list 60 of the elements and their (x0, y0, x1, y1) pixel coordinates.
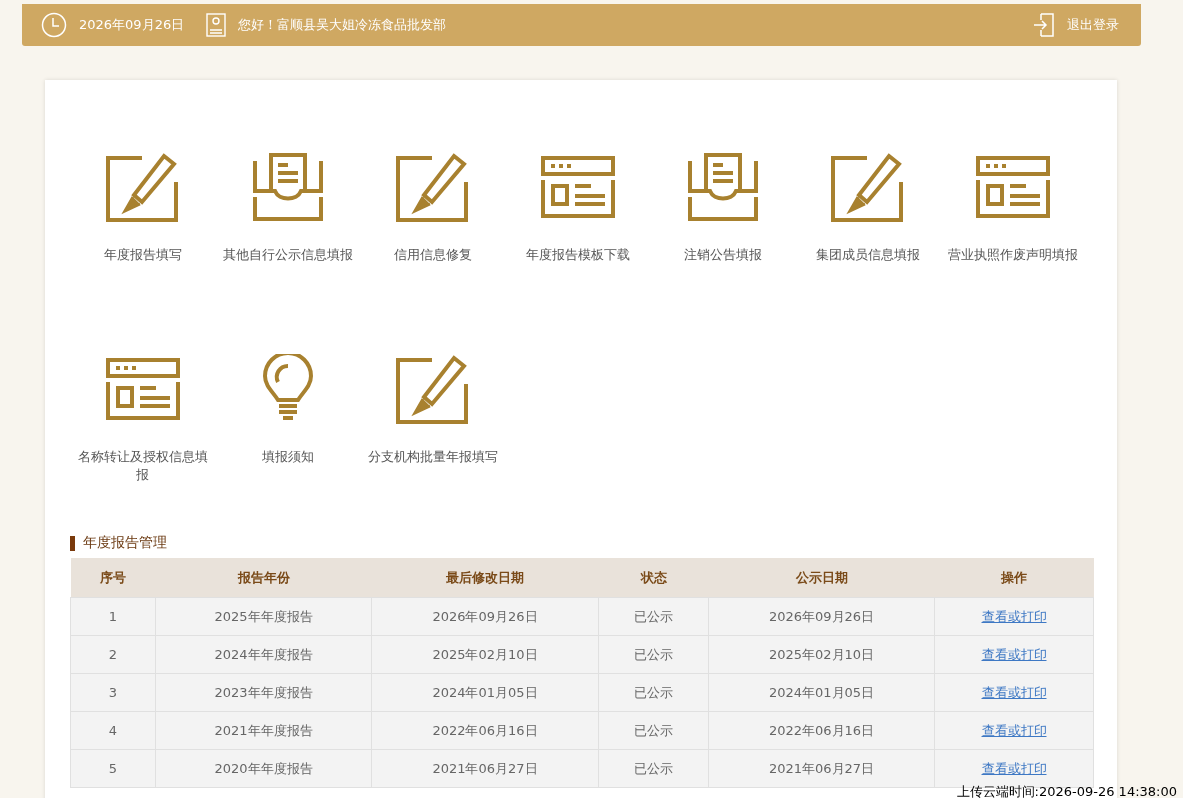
table-cell: 2026年09月26日 (371, 597, 599, 636)
view-print-link[interactable]: 查看或打印 (981, 684, 1047, 700)
tile-label[interactable]: 注销公告填报 (650, 246, 795, 264)
column-header: 状态 (598, 558, 709, 598)
upload-timestamp: 上传云端时间:2026-09-26 14:38:00 (956, 785, 1177, 798)
inbox-icon[interactable] (250, 152, 325, 222)
table-cell: 已公示 (598, 711, 709, 750)
table-cell: 2024年01月05日 (371, 673, 599, 712)
column-header: 操作 (934, 558, 1094, 598)
table-cell: 2026年09月26日 (708, 597, 935, 636)
pencil-icon[interactable] (105, 152, 180, 222)
table-cell: 5 (70, 749, 156, 788)
pencil-icon[interactable] (395, 354, 470, 424)
table-cell: 2025年02月10日 (708, 635, 935, 674)
tile-label[interactable]: 填报须知 (215, 448, 360, 466)
tile-label[interactable]: 分支机构批量年报填写 (360, 448, 505, 466)
table-cell: 1 (70, 597, 156, 636)
table-cell: 2023年年度报告 (155, 673, 372, 712)
section-title: 年度报告管理 (83, 534, 167, 552)
tile-label[interactable]: 信用信息修复 (360, 246, 505, 264)
pencil-icon[interactable] (395, 152, 470, 222)
view-print-link[interactable]: 查看或打印 (981, 722, 1047, 738)
table-cell: 已公示 (598, 635, 709, 674)
user-card-icon (206, 13, 227, 37)
table-cell: 已公示 (598, 673, 709, 712)
view-print-link[interactable]: 查看或打印 (981, 760, 1047, 776)
table-cell: 2025年02月10日 (371, 635, 599, 674)
table-cell: 已公示 (598, 597, 709, 636)
table-cell: 2021年06月27日 (708, 749, 935, 788)
table-cell: 2021年年度报告 (155, 711, 372, 750)
table-cell: 2022年06月16日 (371, 711, 599, 750)
column-header: 公示日期 (708, 558, 935, 598)
table-cell: 2022年06月16日 (708, 711, 935, 750)
table-cell: 2024年01月05日 (708, 673, 935, 712)
table-cell: 3 (70, 673, 156, 712)
column-header: 序号 (70, 558, 156, 598)
tile-label[interactable]: 营业执照作废声明填报 (940, 246, 1085, 264)
table-cell: 2024年年度报告 (155, 635, 372, 674)
pencil-icon[interactable] (830, 152, 905, 222)
clock-icon (41, 12, 67, 38)
tile-label[interactable]: 其他自行公示信息填报 (215, 246, 360, 264)
inbox-icon[interactable] (685, 152, 760, 222)
column-header: 最后修改日期 (371, 558, 599, 598)
view-print-link[interactable]: 查看或打印 (981, 646, 1047, 662)
logout-icon[interactable] (1033, 13, 1055, 37)
tile-label[interactable]: 名称转让及授权信息填报 (72, 448, 213, 484)
table-cell: 2025年年度报告 (155, 597, 372, 636)
greeting-text: 您好！富顺县吴大姐冷冻食品批发部 (238, 16, 447, 34)
tile-label[interactable]: 年度报告填写 (70, 246, 215, 264)
table-cell: 已公示 (598, 749, 709, 788)
table-cell: 2020年年度报告 (155, 749, 372, 788)
section-marker (70, 535, 75, 551)
table-cell: 2021年06月27日 (371, 749, 599, 788)
view-print-link[interactable]: 查看或打印 (981, 608, 1047, 624)
table-cell: 4 (70, 711, 156, 750)
tile-label[interactable]: 集团成员信息填报 (795, 246, 940, 264)
table-cell: 2 (70, 635, 156, 674)
column-header: 报告年份 (155, 558, 372, 598)
current-date: 2026年09月26日 (79, 16, 185, 34)
tile-label[interactable]: 年度报告模板下载 (505, 246, 650, 264)
